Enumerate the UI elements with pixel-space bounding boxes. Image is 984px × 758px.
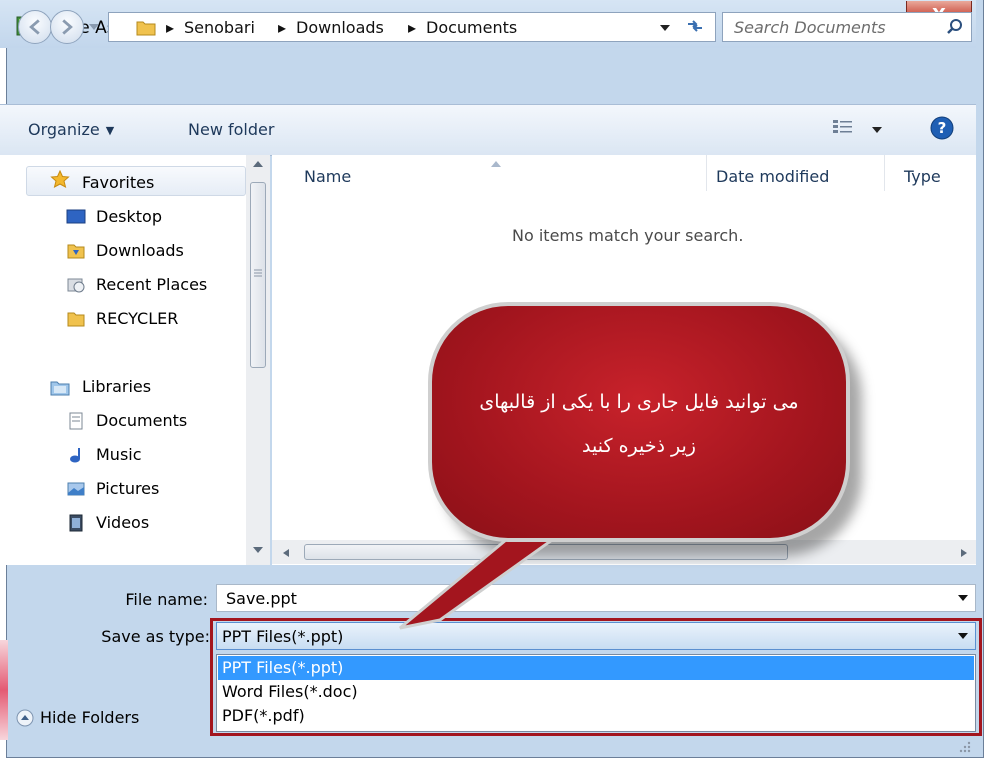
sidebar-item-pictures[interactable]: Pictures: [96, 479, 159, 498]
help-glyph: ?: [938, 119, 947, 137]
forward-button[interactable]: [50, 10, 84, 44]
folder-icon: [67, 312, 85, 327]
sidebar-item-recent-places[interactable]: Recent Places: [96, 275, 207, 294]
command-toolbar: [0, 104, 976, 156]
callout-line-2: زیر ذخیره کنید: [582, 435, 696, 457]
change-view-icon[interactable]: [832, 118, 854, 136]
empty-results-message: No items match your search.: [512, 226, 744, 245]
forward-arrow-icon: [62, 19, 73, 35]
column-header-name[interactable]: Name: [304, 167, 351, 186]
pictures-icon: [67, 482, 85, 496]
scroll-left-arrow-icon[interactable]: [282, 548, 290, 558]
save-as-type-label: Save as type:: [101, 627, 210, 646]
scroll-right-arrow-icon[interactable]: [960, 548, 968, 558]
hide-folders-button[interactable]: Hide Folders: [40, 708, 139, 727]
sort-ascending-icon: [491, 161, 501, 167]
scroll-down-arrow-icon[interactable]: [252, 546, 264, 554]
star-icon: [50, 170, 70, 188]
collapse-arrow-icon[interactable]: [16, 709, 34, 727]
organize-label: Organize: [28, 120, 100, 139]
downloads-folder-icon: [67, 244, 85, 259]
favorites-header[interactable]: Favorites: [82, 173, 154, 192]
documents-library-icon: [69, 412, 83, 430]
breadcrumb-separator[interactable]: ▸: [166, 18, 174, 37]
column-header-date-modified[interactable]: Date modified: [716, 167, 829, 186]
file-name-input[interactable]: [216, 584, 976, 612]
back-arrow-icon: [29, 19, 40, 35]
help-icon[interactable]: ?: [930, 116, 954, 140]
libraries-header[interactable]: Libraries: [82, 377, 151, 396]
search-placeholder: Search Documents: [734, 18, 886, 37]
address-dropdown-icon[interactable]: [660, 24, 670, 32]
music-icon: [70, 448, 80, 463]
breadcrumb-separator[interactable]: ▸: [278, 18, 286, 37]
new-folder-button[interactable]: New folder: [188, 120, 274, 139]
sidebar-item-recycler[interactable]: RECYCLER: [96, 309, 178, 328]
recent-pages-dropdown-icon[interactable]: [88, 22, 100, 32]
folder-icon: [136, 21, 156, 36]
column-divider[interactable]: [706, 155, 707, 191]
sidebar-item-documents[interactable]: Documents: [96, 411, 187, 430]
recent-places-icon: [67, 278, 85, 293]
views-dropdown-icon[interactable]: [872, 126, 882, 134]
organize-button[interactable]: Organize ▼: [28, 120, 114, 139]
callout-text: می توانید فایل جاری را با یکی از قالبهای…: [440, 380, 838, 468]
scroll-up-arrow-icon[interactable]: [252, 160, 264, 168]
search-icon[interactable]: [946, 18, 964, 36]
sidebar-item-music[interactable]: Music: [96, 445, 142, 464]
desktop-icon: [66, 209, 86, 224]
breadcrumb-documents[interactable]: Documents: [426, 18, 517, 37]
sidebar-item-downloads[interactable]: Downloads: [96, 241, 184, 260]
scroll-grip-icon: [254, 269, 262, 277]
column-header-type[interactable]: Type: [904, 167, 941, 186]
sidebar-item-videos[interactable]: Videos: [96, 513, 149, 532]
libraries-icon: [50, 381, 70, 396]
breadcrumb-separator[interactable]: ▸: [408, 18, 416, 37]
navigation-bar: [0, 48, 976, 102]
file-name-label: File name:: [125, 590, 208, 609]
refresh-icon[interactable]: [686, 18, 704, 34]
callout-line-1: می توانید فایل جاری را با یکی از قالبهای: [479, 391, 799, 413]
chevron-down-icon: ▼: [105, 124, 115, 137]
decorative-edge-mark: [0, 640, 8, 740]
breadcrumb-downloads[interactable]: Downloads: [296, 18, 384, 37]
resize-grip-icon[interactable]: [956, 738, 972, 754]
back-button[interactable]: [18, 10, 52, 44]
videos-icon: [69, 514, 83, 532]
highlight-frame: [210, 618, 982, 736]
breadcrumb-senobari[interactable]: Senobari: [184, 18, 255, 37]
file-name-value: Save.ppt: [226, 589, 297, 608]
chevron-down-icon[interactable]: [958, 594, 968, 602]
column-divider[interactable]: [884, 155, 885, 191]
sidebar-item-desktop[interactable]: Desktop: [96, 207, 162, 226]
